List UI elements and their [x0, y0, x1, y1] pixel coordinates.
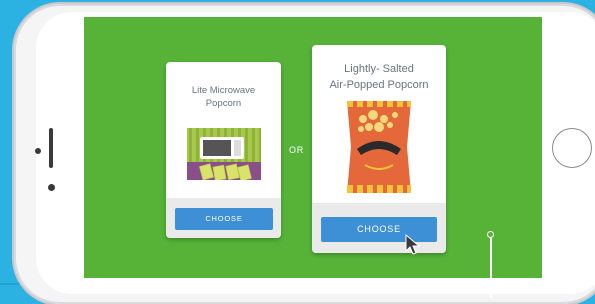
card-title-line1: Lite Microwave [191, 85, 256, 96]
option-card-microwave[interactable]: Lite Microwave Popcorn CHOOSE [166, 62, 281, 238]
popcorn-bag-icon [347, 101, 411, 193]
card-title-line1: Lightly- Salted [344, 63, 414, 75]
card-title: Lightly- Salted Air-Popped Popcorn [312, 61, 446, 93]
annotation-marker [487, 231, 494, 238]
mouse-cursor-icon [405, 234, 421, 255]
choose-button-microwave[interactable]: CHOOSE [175, 208, 273, 230]
card-title: Lite Microwave Popcorn [166, 84, 281, 110]
card-title-line2: Popcorn [205, 98, 242, 109]
sensor-dot [35, 148, 41, 154]
home-button-icon[interactable] [552, 128, 592, 168]
annotation-line [490, 238, 492, 298]
choice-separator: OR [289, 145, 305, 155]
microwave-icon [187, 128, 261, 180]
speaker-grille [49, 128, 53, 168]
front-camera [48, 184, 55, 191]
card-title-line2: Air-Popped Popcorn [329, 79, 429, 91]
option-card-air-popped[interactable]: Lightly- Salted Air-Popped Popcorn CHOOS… [312, 45, 446, 253]
